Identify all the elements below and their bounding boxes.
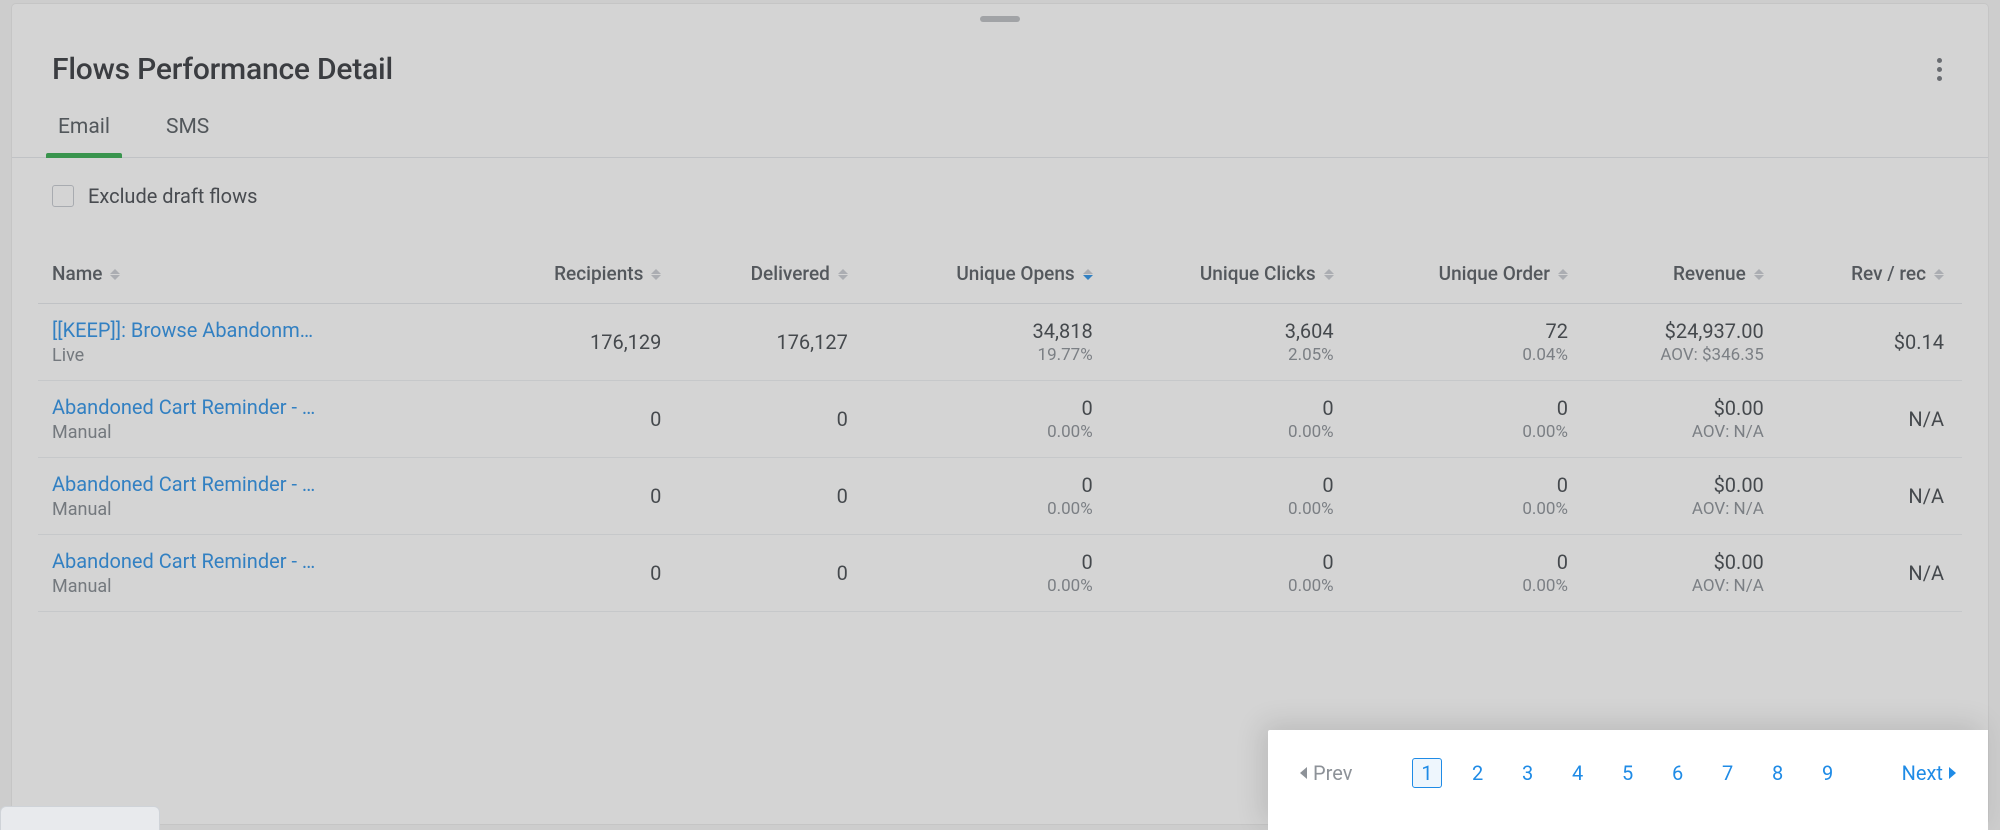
col-delivered[interactable]: Delivered bbox=[679, 244, 865, 304]
col-revenue[interactable]: Revenue bbox=[1586, 244, 1782, 304]
more-options-button[interactable] bbox=[1931, 52, 1948, 87]
page-4[interactable]: 4 bbox=[1564, 759, 1592, 787]
kebab-dot-icon bbox=[1937, 76, 1942, 81]
page-title: Flows Performance Detail bbox=[52, 52, 393, 87]
cell-delivered: 0 bbox=[679, 535, 865, 612]
cell-revenue: $24,937.00AOV: $346.35 bbox=[1586, 304, 1782, 381]
table-row: Abandoned Cart Reminder - … Manual 0 0 00… bbox=[38, 458, 1962, 535]
col-unique-opens[interactable]: Unique Opens bbox=[866, 244, 1111, 304]
kebab-dot-icon bbox=[1937, 58, 1942, 63]
flow-link[interactable]: Abandoned Cart Reminder - … bbox=[52, 395, 372, 419]
tab-email[interactable]: Email bbox=[52, 107, 116, 157]
sort-up-icon bbox=[1083, 269, 1093, 274]
page-1[interactable]: 1 bbox=[1412, 758, 1441, 788]
channel-tabs: Email SMS bbox=[12, 107, 1988, 158]
flow-link[interactable]: Abandoned Cart Reminder - … bbox=[52, 549, 372, 573]
table-row: Abandoned Cart Reminder - … Manual 0 0 00… bbox=[38, 381, 1962, 458]
cell-revenue: $0.00AOV: N/A bbox=[1586, 535, 1782, 612]
flow-status: Manual bbox=[52, 499, 460, 520]
col-unique-clicks[interactable]: Unique Clicks bbox=[1111, 244, 1352, 304]
sort-down-icon bbox=[651, 275, 661, 280]
page-5[interactable]: 5 bbox=[1614, 759, 1642, 787]
flows-performance-panel: Flows Performance Detail Email SMS Exclu… bbox=[12, 4, 1988, 824]
cell-opens: 34,81819.77% bbox=[866, 304, 1111, 381]
sort-up-icon bbox=[1558, 269, 1568, 274]
cell-recipients: 0 bbox=[478, 458, 680, 535]
page-3[interactable]: 3 bbox=[1514, 759, 1542, 787]
exclude-draft-checkbox[interactable] bbox=[52, 185, 74, 207]
drag-handle-icon[interactable] bbox=[980, 16, 1020, 22]
exclude-draft-label: Exclude draft flows bbox=[88, 184, 257, 208]
cell-revperrec: N/A bbox=[1782, 381, 1962, 458]
sort-up-icon bbox=[1324, 269, 1334, 274]
browser-tab-stub bbox=[0, 806, 160, 830]
cell-clicks: 00.00% bbox=[1111, 381, 1352, 458]
cell-opens: 00.00% bbox=[866, 458, 1111, 535]
flow-status: Manual bbox=[52, 422, 460, 443]
sort-down-icon bbox=[1558, 275, 1568, 280]
cell-orders: 00.00% bbox=[1352, 535, 1586, 612]
cell-clicks: 00.00% bbox=[1111, 535, 1352, 612]
tab-sms[interactable]: SMS bbox=[160, 107, 215, 157]
sort-down-icon bbox=[1083, 275, 1093, 280]
col-recipients[interactable]: Recipients bbox=[478, 244, 680, 304]
col-rev-per-rec[interactable]: Rev / rec bbox=[1782, 244, 1962, 304]
cell-revenue: $0.00AOV: N/A bbox=[1586, 381, 1782, 458]
next-button[interactable]: Next bbox=[1902, 761, 1956, 785]
cell-recipients: 176,129 bbox=[478, 304, 680, 381]
cell-clicks: 00.00% bbox=[1111, 458, 1352, 535]
sort-down-icon bbox=[1324, 275, 1334, 280]
sort-down-icon bbox=[838, 275, 848, 280]
sort-up-icon bbox=[110, 269, 120, 274]
cell-recipients: 0 bbox=[478, 535, 680, 612]
pagination: Prev 1 2 3 4 5 6 7 8 9 Next bbox=[1268, 730, 1988, 830]
cell-revperrec: N/A bbox=[1782, 535, 1962, 612]
cell-revperrec: N/A bbox=[1782, 458, 1962, 535]
cell-orders: 00.00% bbox=[1352, 381, 1586, 458]
col-unique-order[interactable]: Unique Order bbox=[1352, 244, 1586, 304]
cell-delivered: 176,127 bbox=[679, 304, 865, 381]
cell-revperrec: $0.14 bbox=[1782, 304, 1962, 381]
cell-clicks: 3,6042.05% bbox=[1111, 304, 1352, 381]
cell-orders: 00.00% bbox=[1352, 458, 1586, 535]
sort-down-icon bbox=[1934, 275, 1944, 280]
cell-delivered: 0 bbox=[679, 458, 865, 535]
sort-up-icon bbox=[651, 269, 661, 274]
cell-recipients: 0 bbox=[478, 381, 680, 458]
flows-table: Name Recipients Delivered Unique Opens U… bbox=[38, 244, 1962, 612]
flow-status: Manual bbox=[52, 576, 460, 597]
cell-opens: 00.00% bbox=[866, 535, 1111, 612]
chevron-left-icon bbox=[1300, 767, 1307, 779]
table-row: Abandoned Cart Reminder - … Manual 0 0 00… bbox=[38, 535, 1962, 612]
page-7[interactable]: 7 bbox=[1714, 759, 1742, 787]
chevron-right-icon bbox=[1949, 767, 1956, 779]
page-2[interactable]: 2 bbox=[1464, 759, 1492, 787]
page-6[interactable]: 6 bbox=[1664, 759, 1692, 787]
cell-revenue: $0.00AOV: N/A bbox=[1586, 458, 1782, 535]
page-9[interactable]: 9 bbox=[1814, 759, 1842, 787]
cell-orders: 720.04% bbox=[1352, 304, 1586, 381]
kebab-dot-icon bbox=[1937, 67, 1942, 72]
sort-down-icon bbox=[110, 275, 120, 280]
sort-up-icon bbox=[1754, 269, 1764, 274]
sort-up-icon bbox=[1934, 269, 1944, 274]
flow-link[interactable]: [[KEEP]]: Browse Abandonm… bbox=[52, 318, 372, 342]
sort-up-icon bbox=[838, 269, 848, 274]
table-row: [[KEEP]]: Browse Abandonm… Live 176,129 1… bbox=[38, 304, 1962, 381]
page-8[interactable]: 8 bbox=[1764, 759, 1792, 787]
cell-opens: 00.00% bbox=[866, 381, 1111, 458]
cell-delivered: 0 bbox=[679, 381, 865, 458]
flow-status: Live bbox=[52, 345, 460, 366]
sort-down-icon bbox=[1754, 275, 1764, 280]
prev-button[interactable]: Prev bbox=[1300, 761, 1352, 785]
col-name[interactable]: Name bbox=[38, 244, 478, 304]
flow-link[interactable]: Abandoned Cart Reminder - … bbox=[52, 472, 372, 496]
